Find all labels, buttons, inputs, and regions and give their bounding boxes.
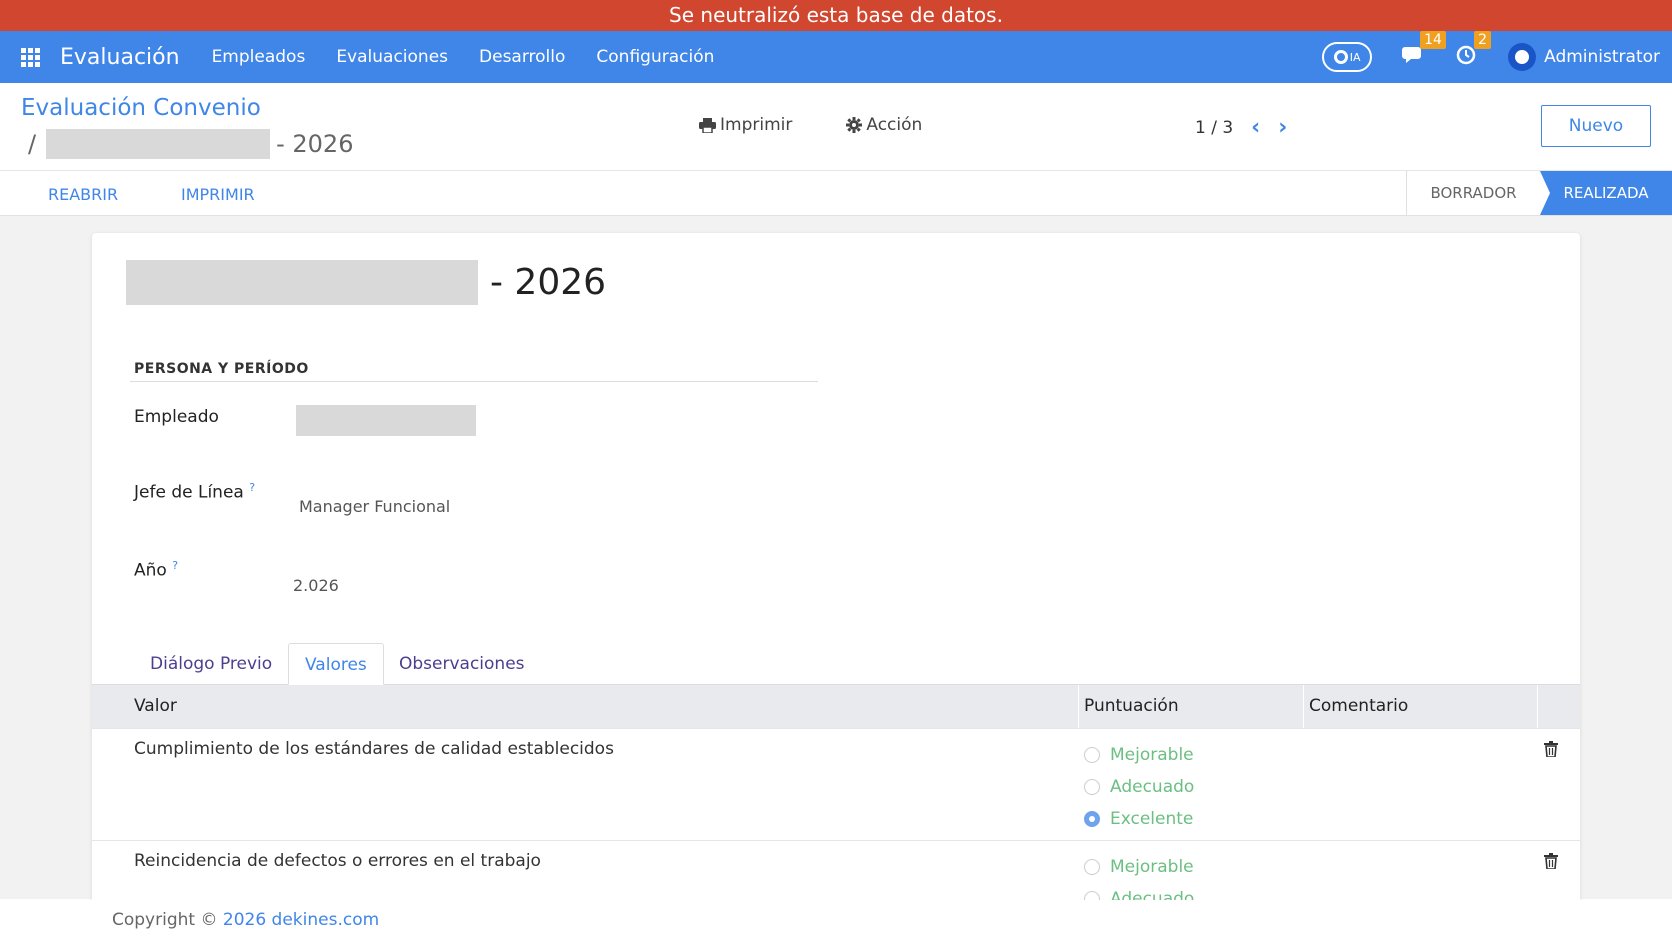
- record-title-year: - 2026: [490, 262, 607, 303]
- ai-label: IA: [1349, 50, 1361, 64]
- action-label: Acción: [866, 115, 923, 135]
- radio-circle: [1084, 859, 1100, 875]
- help-icon[interactable]: ?: [172, 559, 178, 572]
- breadcrumb-current: / - 2026: [28, 129, 353, 159]
- year-label: Año ?: [134, 559, 178, 581]
- top-navbar: Evaluación Empleados Evaluaciones Desarr…: [0, 30, 1672, 83]
- printer-icon: [699, 117, 716, 133]
- breadcrumb-year: - 2026: [276, 130, 354, 158]
- notebook-tabs: Diálogo Previo Valores Observaciones: [92, 643, 1580, 685]
- user-name: Administrator: [1544, 47, 1660, 67]
- control-panel: Evaluación Convenio / - 2026 Imprimir Ac…: [0, 83, 1672, 171]
- reopen-button[interactable]: REABRIR: [48, 185, 118, 204]
- stage-realizada[interactable]: REALIZADA: [1540, 171, 1672, 215]
- help-icon[interactable]: ?: [249, 481, 255, 494]
- apps-menu-icon[interactable]: [0, 47, 60, 67]
- menu-desarrollo[interactable]: Desarrollo: [479, 47, 565, 67]
- radio-mejorable[interactable]: Mejorable: [1084, 739, 1194, 771]
- trash-icon[interactable]: [1544, 853, 1558, 869]
- pager-value[interactable]: 1 / 3: [1195, 118, 1233, 138]
- column-separator: [1537, 685, 1538, 728]
- column-header-comentario[interactable]: Comentario: [1309, 685, 1408, 728]
- breadcrumb-separator: /: [28, 130, 37, 158]
- copyright-link[interactable]: 2026 dekines.com: [223, 910, 379, 930]
- redacted-name: [46, 129, 271, 159]
- column-separator: [1078, 685, 1079, 728]
- radio-label: Adecuado: [1110, 777, 1195, 797]
- tab-observaciones[interactable]: Observaciones: [383, 643, 541, 685]
- employee-field[interactable]: [296, 405, 476, 436]
- avatar: [1508, 43, 1537, 71]
- menu-configuracion[interactable]: Configuración: [596, 47, 714, 67]
- menu-empleados[interactable]: Empleados: [212, 47, 306, 67]
- section-title: PERSONA Y PERÍODO: [134, 361, 309, 377]
- section-divider: [130, 381, 818, 382]
- app-title[interactable]: Evaluación: [60, 45, 180, 70]
- radio-circle: [1084, 779, 1100, 795]
- footer: Copyright © 2026 dekines.com: [0, 900, 1672, 941]
- breadcrumb-parent[interactable]: Evaluación Convenio: [21, 95, 261, 121]
- activities-count-badge: 2: [1474, 30, 1492, 49]
- tab-valores[interactable]: Valores: [288, 643, 384, 685]
- messages-count-badge: 14: [1420, 30, 1446, 49]
- form-sheet: - 2026 PERSONA Y PERÍODO Empleado Jefe d…: [92, 233, 1580, 903]
- row-valor: Cumplimiento de los estándares de calida…: [134, 739, 614, 759]
- print-dropdown[interactable]: Imprimir: [699, 115, 792, 135]
- radio-circle-selected: [1084, 811, 1100, 827]
- status-bar: REABRIR IMPRIMIR BORRADOR REALIZADA: [0, 171, 1672, 216]
- chevron-left-icon[interactable]: ‹: [1251, 115, 1260, 140]
- radio-mejorable[interactable]: Mejorable: [1084, 851, 1194, 883]
- manager-label-text: Jefe de Línea: [134, 482, 244, 503]
- table-row[interactable]: Reincidencia de defectos o errores en el…: [92, 840, 1580, 903]
- pager: 1 / 3 ‹ ›: [1195, 115, 1287, 140]
- score-radio-group: Mejorable Adecuado: [1084, 851, 1194, 903]
- row-valor: Reincidencia de defectos o errores en el…: [134, 851, 541, 871]
- radio-circle: [1084, 747, 1100, 763]
- new-button[interactable]: Nuevo: [1541, 105, 1651, 147]
- neutralized-db-banner: Se neutralizó esta base de datos.: [0, 0, 1672, 31]
- action-dropdown[interactable]: Acción: [846, 115, 922, 135]
- table-header: Valor Puntuación Comentario: [92, 685, 1580, 728]
- ai-assistant-button[interactable]: IA: [1322, 42, 1373, 72]
- menu-evaluaciones[interactable]: Evaluaciones: [336, 47, 448, 67]
- print-label: Imprimir: [720, 115, 793, 135]
- radio-label: Excelente: [1110, 809, 1194, 829]
- column-separator: [1303, 685, 1304, 728]
- manager-value[interactable]: Manager Funcional: [299, 497, 450, 516]
- gear-icon: [846, 117, 863, 133]
- clock-icon: [1456, 45, 1476, 64]
- user-menu[interactable]: Administrator: [1508, 43, 1660, 71]
- trash-icon[interactable]: [1544, 741, 1558, 757]
- score-radio-group: Mejorable Adecuado Excelente: [1084, 739, 1194, 835]
- print-button[interactable]: IMPRIMIR: [181, 185, 255, 204]
- column-header-valor[interactable]: Valor: [134, 685, 177, 728]
- ai-icon: [1333, 50, 1348, 64]
- table-row[interactable]: Cumplimiento de los estándares de calida…: [92, 728, 1580, 840]
- copyright-text: Copyright ©: [112, 910, 223, 930]
- manager-label: Jefe de Línea ?: [134, 481, 255, 503]
- radio-label: Mejorable: [1110, 857, 1194, 877]
- messages-button[interactable]: 14: [1402, 30, 1446, 70]
- radio-label: Mejorable: [1110, 745, 1194, 765]
- redacted-title-name: [126, 260, 478, 305]
- radio-adecuado[interactable]: Adecuado: [1084, 771, 1194, 803]
- column-header-puntuacion[interactable]: Puntuación: [1084, 685, 1179, 728]
- record-title: - 2026: [126, 260, 606, 305]
- activities-button[interactable]: 2: [1456, 30, 1492, 70]
- tab-dialogo-previo[interactable]: Diálogo Previo: [134, 643, 288, 685]
- radio-excelente[interactable]: Excelente: [1084, 803, 1194, 835]
- year-label-text: Año: [134, 560, 167, 581]
- year-value[interactable]: 2.026: [293, 576, 339, 595]
- chevron-right-icon[interactable]: ›: [1278, 115, 1287, 140]
- stage-borrador[interactable]: BORRADOR: [1406, 171, 1540, 215]
- employee-label: Empleado: [134, 407, 219, 427]
